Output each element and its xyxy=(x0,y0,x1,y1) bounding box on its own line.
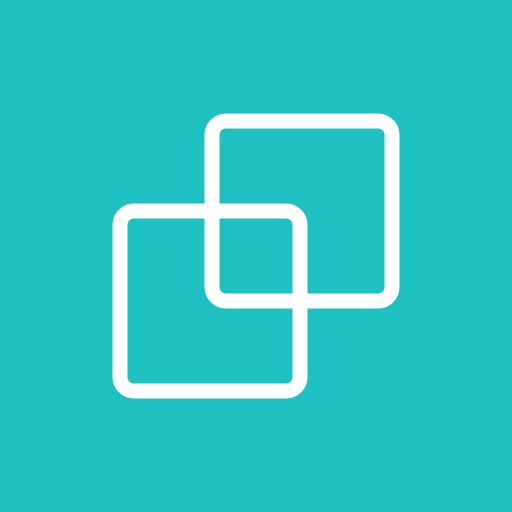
icon-background xyxy=(0,0,512,512)
app-icon-canvas xyxy=(0,0,512,512)
overlapping-squares-icon xyxy=(0,0,512,512)
